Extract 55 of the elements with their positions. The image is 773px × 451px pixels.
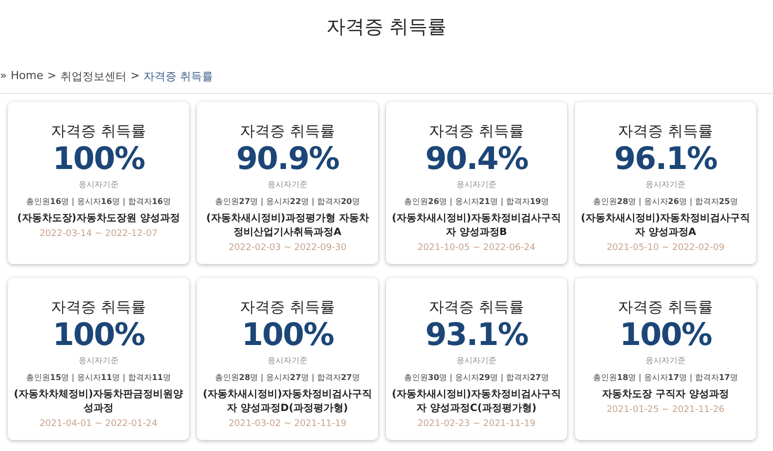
- count-stats: 총인원15명 | 응시자11명 | 합격자11명: [26, 372, 171, 383]
- breadcrumb-link[interactable]: 자격증 취득률: [144, 69, 214, 84]
- card-title: 자격증 취득률: [51, 298, 146, 317]
- card-title: 자격증 취득률: [51, 122, 146, 141]
- course-name: (자동차새시정비)자동차정비검사구직자 양성과정A: [580, 212, 750, 240]
- pass-rate: 100%: [242, 317, 334, 353]
- card-title: 자격증 취득률: [618, 122, 713, 141]
- course-name: (자동차차체정비)자동차판금정비원양성과정: [14, 388, 184, 416]
- basis-label: 응시자기준: [456, 179, 496, 190]
- breadcrumb-separator: >: [47, 69, 56, 84]
- card-title: 자격증 취득률: [240, 122, 335, 141]
- card-title: 자격증 취득률: [240, 298, 335, 317]
- pass-rate: 96.1%: [614, 141, 717, 177]
- course-name: (자동차새시정비)자동차정비검사구직자 양성과정C(과정평가형): [392, 388, 562, 416]
- count-stats: 총인원18명 | 응시자17명 | 합격자17명: [593, 372, 738, 383]
- course-name: (자동차새시정비)자동차정비검사구직자 양성과정D(과정평가형): [202, 388, 372, 416]
- course-period: 2022-03-14 ~ 2022-12-07: [40, 229, 158, 239]
- basis-label: 응시자기준: [646, 179, 686, 190]
- count-stats: 총인원26명 | 응시자21명 | 합격자19명: [404, 196, 549, 207]
- basis-label: 응시자기준: [268, 355, 308, 366]
- card-title: 자격증 취득률: [618, 298, 713, 317]
- breadcrumb-separator: >: [130, 69, 140, 84]
- pass-rate: 100%: [52, 317, 144, 353]
- course-period: 2022-02-03 ~ 2022-09-30: [228, 243, 346, 253]
- course-name: (자동차도장)자동차도장원 양성과정: [16, 212, 181, 226]
- course-period: 2021-04-01 ~ 2022-01-24: [40, 419, 158, 429]
- breadcrumb-link[interactable]: 취업정보센터: [60, 69, 126, 84]
- pass-rate: 100%: [620, 317, 712, 353]
- basis-label: 응시자기준: [268, 179, 308, 190]
- pass-rate: 100%: [52, 141, 144, 177]
- course-period: 2021-02-23 ~ 2021-11-19: [418, 419, 536, 429]
- course-period: 2021-03-02 ~ 2021-11-19: [228, 419, 346, 429]
- count-stats: 총인원28명 | 응시자27명 | 합격자27명: [215, 372, 360, 383]
- basis-label: 응시자기준: [78, 355, 118, 366]
- breadcrumb-marker: »: [0, 69, 7, 84]
- pass-rate: 90.9%: [236, 141, 339, 177]
- pass-rate: 93.1%: [425, 317, 528, 353]
- course-period: 2021-10-05 ~ 2022-06-24: [418, 243, 536, 253]
- course-name: (자동차새시정비)자동차정비검사구직자 양성과정B: [392, 212, 562, 240]
- count-stats: 총인원30명 | 응시자29명 | 합격자27명: [404, 372, 549, 383]
- pass-rate: 90.4%: [425, 141, 528, 177]
- basis-label: 응시자기준: [456, 355, 496, 366]
- page-title: 자격증 취득률: [326, 15, 447, 40]
- basis-label: 응시자기준: [78, 179, 118, 190]
- count-stats: 총인원28명 | 응시자26명 | 합격자25명: [593, 196, 738, 207]
- basis-label: 응시자기준: [646, 355, 686, 366]
- card-title: 자격증 취득률: [429, 298, 524, 317]
- card-title: 자격증 취득률: [429, 122, 524, 141]
- count-stats: 총인원16명 | 응시자16명 | 합격자16명: [26, 196, 171, 207]
- course-name: 자동차도장 구직자 양성과정: [601, 388, 730, 402]
- course-name: (자동차새시정비)과정평가형 자동차정비산업기사취득과정A: [205, 212, 370, 240]
- count-stats: 총인원27명 | 응시자22명 | 합격자20명: [215, 196, 360, 207]
- breadcrumb-link[interactable]: Home: [10, 69, 44, 84]
- course-period: 2021-05-10 ~ 2022-02-09: [606, 243, 724, 253]
- course-period: 2021-01-25 ~ 2021-11-26: [606, 405, 724, 415]
